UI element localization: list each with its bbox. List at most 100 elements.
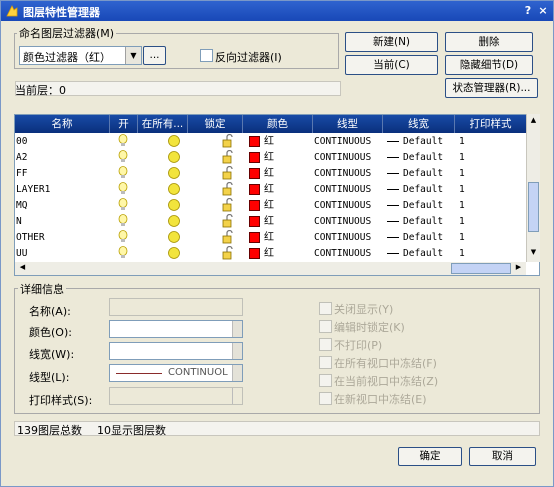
col-header-lock[interactable]: 锁定 [188,115,243,133]
invert-filter-checkbox[interactable] [200,49,213,62]
light-bulb-icon[interactable] [118,166,128,182]
light-bulb-icon[interactable] [118,246,128,262]
sun-icon[interactable] [167,246,181,262]
detail-checkbox[interactable] [319,320,332,333]
color-input[interactable] [109,320,243,338]
detail-checkbox[interactable] [319,392,332,405]
layer-properties-dialog: 图层特性管理器 ? × 命名图层过滤器(M) 颜色过滤器（红） ▼ ... 反向… [0,0,554,487]
light-bulb-icon[interactable] [118,198,128,214]
linetype-name: CONTINUOUS [314,184,372,195]
table-row[interactable]: LAYER1 红 CONTINUOUS Default 1 [15,181,527,198]
light-bulb-icon[interactable] [118,150,128,166]
layer-name: OTHER [16,232,45,243]
linetype-sample [116,373,162,374]
unlock-icon[interactable] [222,181,234,198]
lineweight-line [387,166,399,182]
col-header-color[interactable]: 颜色 [243,115,313,133]
lineweight-line [387,230,399,246]
plotstyle-value: 1 [459,136,465,147]
lineweight-line [387,198,399,214]
light-bulb-icon[interactable] [118,214,128,230]
table-row[interactable]: UU 红 CONTINUOUS Default 1 [15,245,527,262]
light-bulb-icon[interactable] [118,230,128,246]
sun-icon[interactable] [167,198,181,214]
detail-checkbox[interactable] [319,356,332,369]
scroll-up-icon[interactable]: ▲ [528,116,539,127]
new-layer-button[interactable]: 新建(N) [345,32,438,52]
ok-button[interactable]: 确定 [398,447,462,466]
sun-icon[interactable] [167,166,181,182]
plotstyle-input[interactable] [109,387,243,405]
help-button[interactable]: ? [521,3,535,18]
color-swatch[interactable] [249,182,260,198]
name-input[interactable] [109,298,243,316]
color-swatch[interactable] [249,230,260,246]
color-swatch[interactable] [249,134,260,150]
col-header-plotstyle[interactable]: 打印样式 [455,115,527,133]
color-swatch[interactable] [249,246,260,262]
table-row[interactable]: N 红 CONTINUOUS Default 1 [15,213,527,230]
detail-checkbox[interactable] [319,374,332,387]
sun-icon[interactable] [167,134,181,150]
filter-select[interactable]: 颜色过滤器（红） ▼ [19,46,142,65]
plotstyle-value: 1 [459,216,465,227]
layer-list-vscroll[interactable]: ▲ ▼ [526,114,540,262]
unlock-icon[interactable] [222,133,234,150]
linetype-input[interactable]: CONTINUOL [109,364,243,382]
table-row[interactable]: FF 红 CONTINUOUS Default 1 [15,165,527,182]
color-swatch[interactable] [249,150,260,166]
sun-icon[interactable] [167,150,181,166]
sun-icon[interactable] [167,230,181,246]
unlock-icon[interactable] [222,229,234,246]
table-row[interactable]: A2 红 CONTINUOUS Default 1 [15,149,527,166]
linetype-name: CONTINUOUS [314,168,372,179]
unlock-icon[interactable] [222,149,234,166]
chevron-down-icon[interactable]: ▼ [125,47,141,64]
vscroll-thumb[interactable] [528,182,539,232]
unlock-icon[interactable] [222,197,234,214]
unlock-icon[interactable] [222,245,234,262]
col-header-name[interactable]: 名称 [15,115,110,133]
layer-list[interactable]: 名称 开 在所有... 锁定 颜色 线型 线宽 打印样式 00 红 CONTINUO… [14,114,540,276]
table-row[interactable]: 00 红 CONTINUOUS Default 1 [15,133,527,150]
unlock-icon[interactable] [222,213,234,230]
color-swatch[interactable] [249,166,260,182]
lineweight-name: Default [403,184,444,195]
name-label: 名称(A): [29,305,71,318]
delete-layer-button[interactable]: 删除 [445,32,533,52]
filter-browse-button[interactable]: ... [143,46,166,65]
color-swatch[interactable] [249,198,260,214]
sun-icon[interactable] [167,214,181,230]
light-bulb-icon[interactable] [118,182,128,198]
layer-name: LAYER1 [16,184,51,195]
color-name: 红 [264,216,274,227]
col-header-on[interactable]: 开 [110,115,138,133]
scroll-left-icon[interactable]: ◀ [17,263,28,274]
cancel-button[interactable]: 取消 [469,447,536,466]
lineweight-input[interactable] [109,342,243,360]
close-button[interactable]: × [536,3,550,18]
hscroll-thumb[interactable] [451,263,511,274]
set-current-button[interactable]: 当前(C) [345,55,438,75]
state-manager-button[interactable]: 状态管理器(R)... [445,78,538,98]
col-header-freeze-all[interactable]: 在所有... [138,115,188,133]
col-header-linetype[interactable]: 线型 [313,115,383,133]
layer-name: N [16,216,22,227]
scroll-down-icon[interactable]: ▼ [528,248,539,259]
detail-checkbox[interactable] [319,302,332,315]
sun-icon[interactable] [167,182,181,198]
color-swatch[interactable] [249,214,260,230]
hide-details-button[interactable]: 隐藏细节(D) [445,55,533,75]
unlock-icon[interactable] [222,165,234,182]
lineweight-name: Default [403,200,444,211]
table-row[interactable]: MQ 红 CONTINUOUS Default 1 [15,197,527,214]
detail-checkbox-label: 在当前视口中冻结(Z) [334,375,439,388]
layer-list-hscroll[interactable]: ◀ ▶ [15,262,526,275]
scroll-right-icon[interactable]: ▶ [513,263,524,274]
col-header-lineweight[interactable]: 线宽 [383,115,455,133]
light-bulb-icon[interactable] [118,134,128,150]
table-row[interactable]: OTHER 红 CONTINUOUS Default 1 [15,229,527,246]
detail-checkbox[interactable] [319,338,332,351]
plotstyle-value: 1 [459,152,465,163]
filter-select-value: 颜色过滤器（红） [23,51,111,64]
